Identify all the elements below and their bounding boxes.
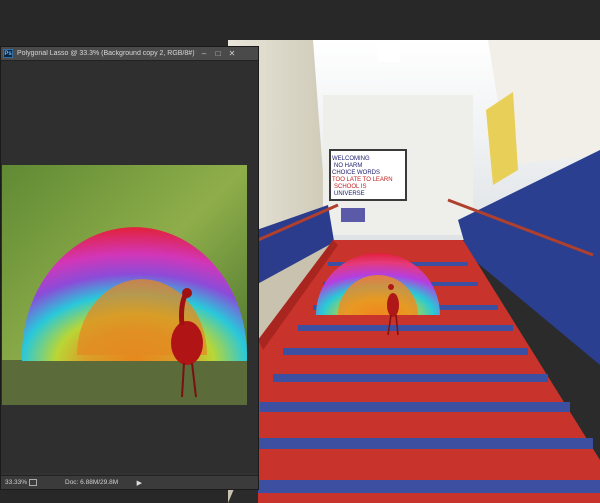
- sign-line-1: WELCOMING: [332, 156, 370, 162]
- sign-line-3: CHOICE WORDS: [332, 170, 380, 176]
- document-title: Polygonal Lasso @ 33.3% (Background copy…: [17, 50, 197, 57]
- document-statusbar: 33.33% Doc: 6.88M/29.8M ▶: [1, 475, 258, 489]
- zoom-level[interactable]: 33.33%: [5, 479, 27, 486]
- sign-line-5: SCHOOL IS: [334, 184, 366, 190]
- sign-line-4: TOO LATE TO LEARN: [332, 177, 393, 183]
- sign-line-6: UNIVERSE: [334, 191, 365, 197]
- document-titlebar[interactable]: Ps Polygonal Lasso @ 33.3% (Background c…: [1, 47, 258, 61]
- doc-size-info: Doc: 6.88M/29.8M: [65, 479, 119, 486]
- photoshop-app-icon: Ps: [3, 49, 13, 58]
- background-document-canvas[interactable]: WELCOMING NO HARM CHOICE WORDS TOO LATE …: [228, 40, 600, 503]
- stairway-photo: WELCOMING NO HARM CHOICE WORDS TOO LATE …: [228, 40, 600, 503]
- peacock-image: [2, 165, 247, 405]
- document-window[interactable]: Ps Polygonal Lasso @ 33.3% (Background c…: [0, 46, 259, 490]
- minimize-button[interactable]: –: [197, 48, 211, 60]
- export-icon[interactable]: [29, 479, 37, 486]
- statusbar-menu-arrow-icon[interactable]: ▶: [137, 479, 142, 487]
- maximize-button[interactable]: □: [211, 48, 225, 60]
- document-canvas[interactable]: [1, 61, 258, 473]
- sign-line-2: NO HARM: [334, 163, 362, 169]
- close-button[interactable]: ✕: [225, 48, 239, 60]
